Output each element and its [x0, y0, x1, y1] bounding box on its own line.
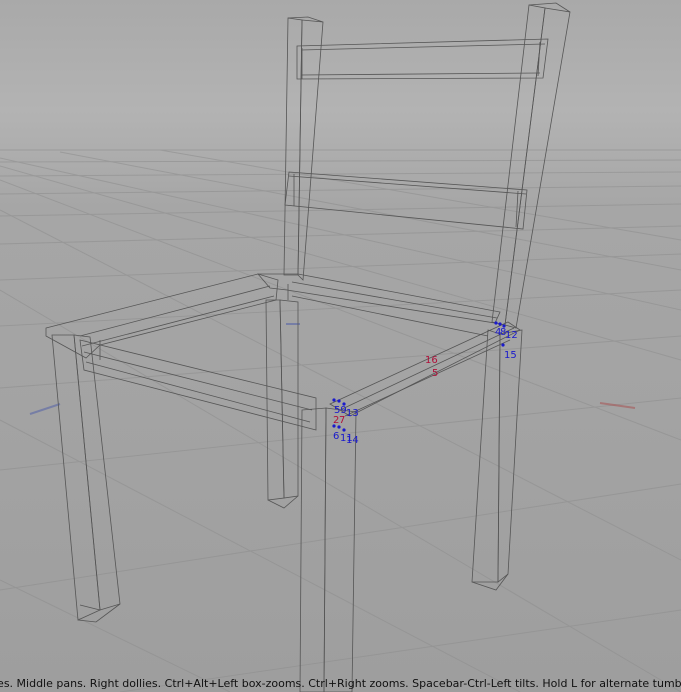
viewport-scene[interactable]: 48121516559 132 76 1114	[0, 0, 681, 692]
status-text: les. Middle pans. Right dollies. Ctrl+Al…	[0, 677, 681, 690]
point-label: 14	[346, 435, 359, 446]
point-label: 15	[504, 350, 517, 361]
point-label: 7	[339, 415, 345, 426]
status-bar: les. Middle pans. Right dollies. Ctrl+Al…	[0, 676, 681, 692]
point-label: 16	[425, 355, 438, 366]
point-label: 5	[432, 368, 438, 379]
3d-viewport[interactable]: 48121516559132761114 les. Middle pans. R…	[0, 0, 681, 692]
point-label: 13	[346, 408, 359, 419]
chair-wireframe[interactable]	[45, 2, 571, 692]
point-label: 6	[333, 431, 339, 442]
point-label: 12	[505, 330, 518, 341]
